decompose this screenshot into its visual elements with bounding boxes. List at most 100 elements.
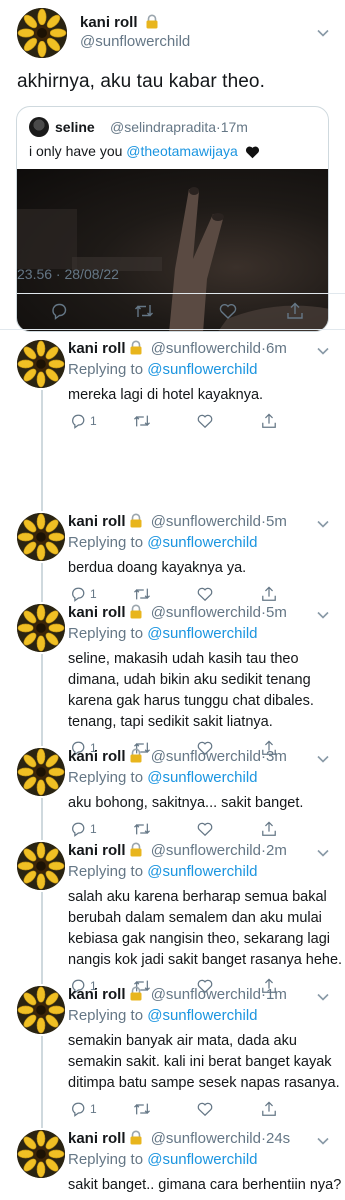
handle[interactable]: @sunflowerchild — [151, 513, 261, 530]
thread-connector-line — [41, 892, 43, 984]
thread-connector-line — [41, 390, 43, 511]
quoted-tweet[interactable]: seline @selindrapradita·17m i only have … — [16, 106, 329, 332]
avatar[interactable] — [17, 8, 67, 58]
divider — [0, 329, 345, 330]
display-name[interactable]: kani roll — [68, 513, 126, 530]
reply-button[interactable]: 1 — [70, 586, 97, 602]
share-icon[interactable] — [261, 821, 277, 837]
like-icon[interactable] — [197, 821, 213, 837]
display-name[interactable]: kani roll — [80, 14, 138, 31]
chevron-down-icon[interactable] — [317, 993, 329, 1001]
reply-header: kani roll @sunflowerchild·6m — [68, 340, 287, 359]
reply-button[interactable]: 1 — [70, 413, 97, 429]
replying-mention[interactable]: @sunflowerchild — [147, 625, 257, 642]
chevron-down-icon[interactable] — [317, 520, 329, 528]
handle[interactable]: @sunflowerchild — [151, 604, 261, 621]
avatar[interactable] — [17, 748, 65, 796]
reply-time[interactable]: 2m — [266, 842, 287, 859]
display-name[interactable]: kani roll — [68, 842, 126, 859]
reply-button[interactable]: 1 — [70, 821, 97, 837]
display-name[interactable]: kani roll — [68, 986, 126, 1003]
retweet-icon[interactable] — [133, 821, 151, 837]
reply-text: aku bohong, sakitnya... sakit banget. — [68, 793, 338, 814]
chevron-down-icon[interactable] — [317, 755, 329, 763]
handle[interactable]: @sunflowerchild — [151, 986, 261, 1003]
like-icon[interactable] — [219, 302, 237, 320]
thread-connector-line — [41, 563, 43, 602]
share-icon[interactable] — [261, 586, 277, 602]
avatar[interactable] — [17, 986, 65, 1034]
quoted-mention[interactable]: @theotamawijaya — [126, 143, 238, 159]
replying-mention[interactable]: @sunflowerchild — [147, 361, 257, 378]
share-icon[interactable] — [261, 1101, 277, 1117]
reply-count: 1 — [90, 414, 97, 428]
reply-time[interactable]: 5m — [266, 604, 287, 621]
chevron-down-icon[interactable] — [317, 611, 329, 619]
display-name[interactable]: kani roll — [68, 604, 126, 621]
reply-header: kani roll @sunflowerchild·5m — [68, 513, 287, 530]
divider — [17, 293, 345, 294]
avatar[interactable] — [17, 1130, 65, 1178]
quoted-text: i only have you — [29, 143, 123, 159]
quoted-handle: @selindrapradita — [110, 119, 217, 135]
replying-mention[interactable]: @sunflowerchild — [147, 1007, 257, 1024]
like-icon[interactable] — [197, 586, 213, 602]
reply-time[interactable]: 5m — [266, 513, 287, 530]
replying-prefix: Replying to — [68, 769, 144, 786]
handle[interactable]: @sunflowerchild — [151, 748, 261, 765]
replying-mention[interactable]: @sunflowerchild — [147, 1151, 257, 1168]
sunflower-avatar — [17, 513, 65, 561]
like-icon[interactable] — [197, 413, 213, 429]
handle[interactable]: @sunflowerchild — [151, 340, 261, 357]
tweet-timestamp[interactable]: 23.56 · 28/08/22 — [17, 266, 119, 282]
reply-time[interactable]: 24s — [266, 1130, 290, 1147]
share-icon[interactable] — [286, 302, 304, 320]
chevron-down-icon[interactable] — [317, 849, 329, 857]
replying-prefix: Replying to — [68, 534, 144, 551]
lock-icon — [129, 748, 143, 767]
display-name[interactable]: kani roll — [68, 1130, 126, 1147]
avatar[interactable] — [17, 513, 65, 561]
thread-connector-line — [41, 654, 43, 746]
handle[interactable]: @sunflowerchild — [80, 33, 190, 50]
display-name[interactable]: kani roll — [68, 748, 126, 765]
reply-count: 1 — [90, 822, 97, 836]
display-name[interactable]: kani roll — [68, 340, 126, 357]
handle[interactable]: @sunflowerchild — [151, 842, 261, 859]
chevron-down-icon[interactable] — [317, 347, 329, 355]
replying-mention[interactable]: @sunflowerchild — [147, 534, 257, 551]
reply-text-line: berubah dalam semalem dan aku mulai — [68, 910, 322, 926]
quoted-time: 17m — [220, 119, 248, 135]
avatar[interactable] — [17, 842, 65, 890]
tweet-text: akhirnya, aku tau kabar theo. — [17, 71, 265, 92]
retweet-icon[interactable] — [133, 1101, 151, 1117]
lock-icon — [129, 340, 143, 359]
chevron-down-icon[interactable] — [317, 29, 329, 37]
sunflower-avatar — [17, 8, 67, 58]
quoted-display-name: seline — [55, 119, 95, 135]
sunflower-avatar — [17, 842, 65, 890]
reply-text-line: seline, makasih udah kasih tau theo — [68, 651, 299, 667]
retweet-icon[interactable] — [133, 413, 151, 429]
reply-icon[interactable] — [50, 302, 68, 320]
replying-mention[interactable]: @sunflowerchild — [147, 863, 257, 880]
reply-text-line: berdua doang kayaknya ya. — [68, 560, 247, 576]
handle[interactable]: @sunflowerchild — [151, 1130, 261, 1147]
reply-button[interactable]: 1 — [70, 1101, 97, 1117]
reply-time[interactable]: 6m — [266, 340, 287, 357]
reply-action-bar: 1 — [0, 586, 345, 606]
replying-mention[interactable]: @sunflowerchild — [147, 769, 257, 786]
retweet-icon[interactable] — [133, 586, 151, 602]
replying-to: Replying to @sunflowerchild — [68, 625, 258, 642]
share-icon[interactable] — [261, 413, 277, 429]
chevron-down-icon[interactable] — [317, 1137, 329, 1145]
like-icon[interactable] — [197, 1101, 213, 1117]
replying-to: Replying to @sunflowerchild — [68, 1007, 258, 1024]
reply-header: kani roll @sunflowerchild·2m — [68, 842, 287, 859]
reply-time[interactable]: 3m — [266, 748, 287, 765]
reply-time[interactable]: 1m — [266, 986, 287, 1003]
avatar[interactable] — [17, 340, 65, 388]
quoted-text-line: i only have you @theotamawijaya — [29, 143, 260, 162]
retweet-icon[interactable] — [134, 302, 154, 320]
avatar[interactable] — [17, 604, 65, 652]
